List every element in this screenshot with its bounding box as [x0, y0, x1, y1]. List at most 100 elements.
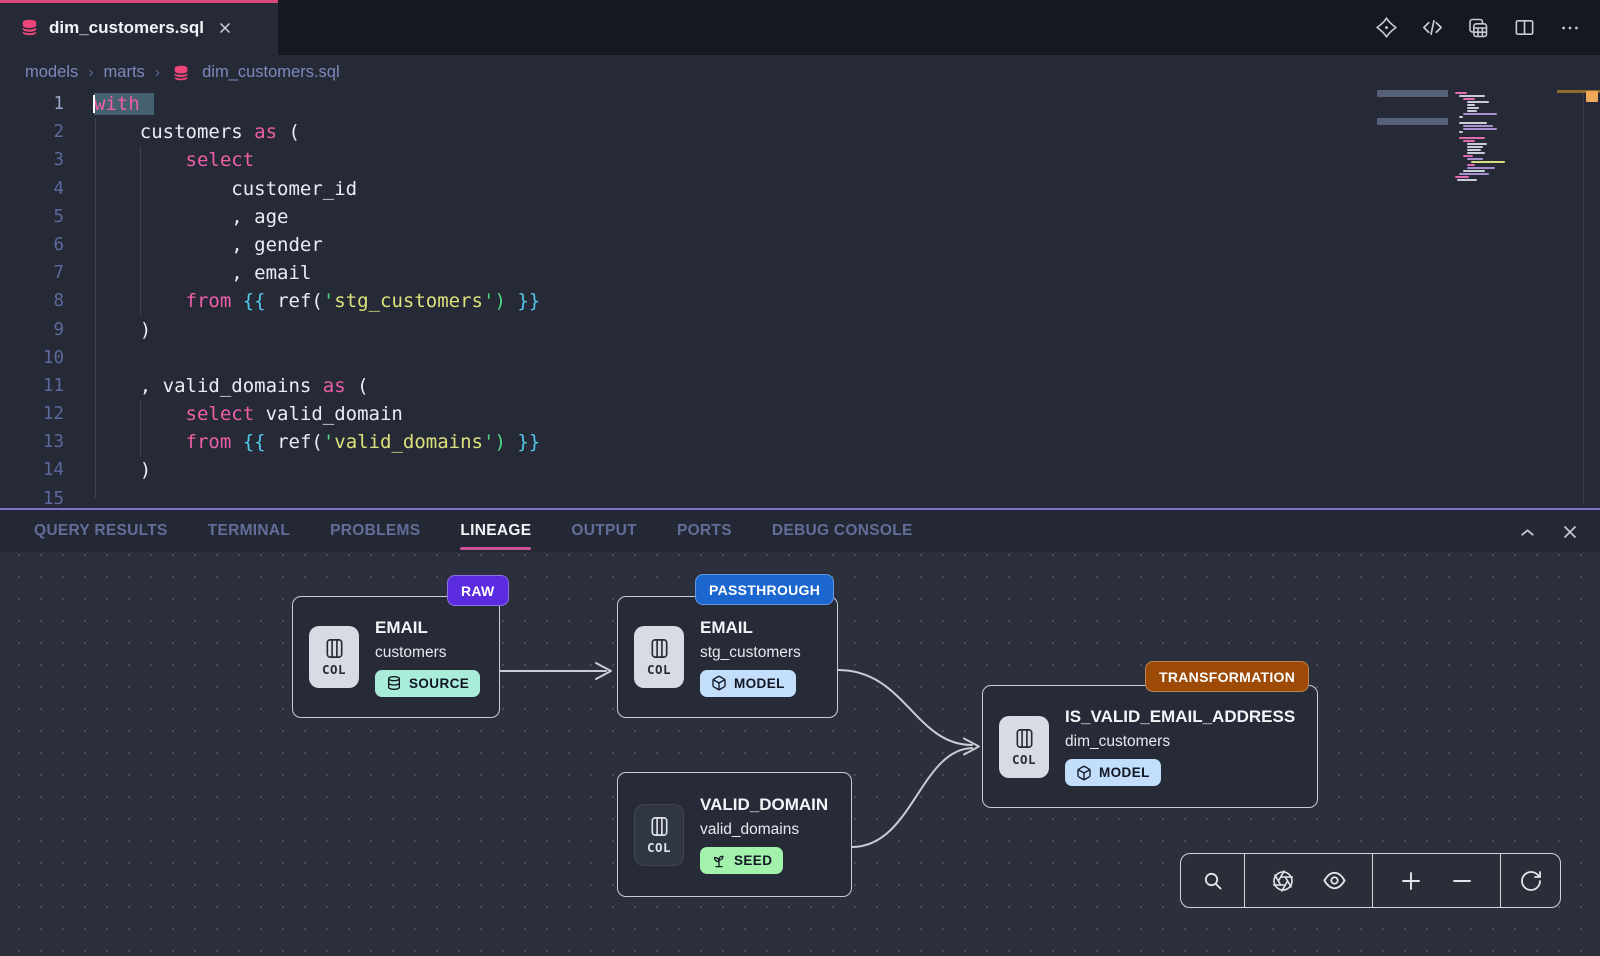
zoom-out-icon[interactable]: [1449, 868, 1475, 894]
tab-lineage[interactable]: LINEAGE: [460, 522, 531, 540]
close-panel-icon[interactable]: [1560, 522, 1580, 542]
column-name: EMAIL: [700, 618, 801, 638]
code-line[interactable]: customers as (: [94, 118, 540, 146]
model-name: customers: [375, 644, 480, 662]
edge-arrowhead: [964, 739, 979, 755]
chevron-right-icon: ›: [88, 64, 93, 82]
tab-ports[interactable]: PORTS: [677, 522, 732, 540]
lineage-badge-transformation: TRANSFORMATION: [1145, 661, 1309, 692]
code-line[interactable]: select valid_domain: [94, 400, 540, 428]
minimap-line: [1463, 140, 1475, 142]
aperture-icon[interactable]: [1270, 868, 1296, 894]
more-actions-icon[interactable]: [1558, 16, 1582, 40]
line-number: 15: [0, 485, 64, 508]
lineage-node-valid_domains[interactable]: COLVALID_DOMAINvalid_domainsSEED: [617, 772, 852, 897]
line-number: 1: [0, 90, 64, 118]
code-editor[interactable]: 123456789101112131415 with customers as …: [0, 90, 1600, 508]
minimap-line: [1459, 116, 1463, 118]
minimap-line: [1459, 173, 1489, 175]
minimap-highlight-mark: [1377, 118, 1448, 125]
type-badge-seed: SEED: [700, 847, 783, 874]
text-cursor: [93, 95, 95, 113]
database-icon: [20, 18, 39, 37]
model-name: valid_domains: [700, 821, 828, 839]
minimap-line: [1459, 122, 1487, 124]
collapse-panel-icon[interactable]: [1517, 522, 1538, 543]
indent-guide: [140, 146, 141, 315]
minimap-line: [1467, 110, 1477, 112]
indent-guide: [95, 118, 96, 498]
code-line[interactable]: ): [94, 316, 540, 344]
tab-problems[interactable]: PROBLEMS: [330, 522, 420, 540]
code-line[interactable]: , age: [94, 203, 540, 231]
minimap-line: [1467, 104, 1475, 106]
minimap-line: [1467, 152, 1485, 154]
lineage-canvas[interactable]: RAWCOLEMAILcustomersSOURCEPASSTHROUGHCOL…: [0, 552, 1600, 956]
code-line[interactable]: from {{ ref('valid_domains') }}: [94, 428, 540, 456]
line-number: 6: [0, 231, 64, 259]
model-name: stg_customers: [700, 644, 801, 662]
minimap[interactable]: [1455, 92, 1533, 182]
tab-bar: dim_customers.sql: [0, 0, 1600, 55]
column-icon-tile: COL: [309, 626, 359, 688]
minimap-line: [1467, 164, 1475, 166]
tab-output[interactable]: OUTPUT: [571, 522, 637, 540]
indent-guide: [140, 400, 141, 456]
code-line[interactable]: customer_id: [94, 175, 540, 203]
code-line[interactable]: , valid_domains as (: [94, 372, 540, 400]
breadcrumb-models[interactable]: models: [25, 63, 78, 82]
breadcrumb-file[interactable]: dim_customers.sql: [202, 63, 340, 82]
code-line[interactable]: ): [94, 456, 540, 484]
minimap-line: [1467, 149, 1481, 151]
zoom-in-icon[interactable]: [1398, 868, 1424, 894]
column-name: IS_VALID_EMAIL_ADDRESS: [1065, 707, 1295, 727]
column-icon-tile: COL: [999, 716, 1049, 778]
lineage-node-stg_customers[interactable]: COLEMAILstg_customersMODEL: [617, 596, 838, 718]
code-line[interactable]: [94, 344, 540, 372]
eye-icon[interactable]: [1321, 868, 1347, 894]
tab-terminal[interactable]: TERMINAL: [208, 522, 290, 540]
minimap-line: [1463, 155, 1473, 157]
search-icon[interactable]: [1200, 868, 1226, 894]
line-number: 13: [0, 428, 64, 456]
refresh-icon[interactable]: [1518, 868, 1544, 894]
tab-debug-console[interactable]: DEBUG CONSOLE: [772, 522, 913, 540]
lineage-node-customers[interactable]: COLEMAILcustomersSOURCE: [292, 596, 500, 718]
minimap-highlight-mark: [1377, 90, 1448, 97]
lineage-node-dim_customers[interactable]: COLIS_VALID_EMAIL_ADDRESSdim_customersMO…: [982, 685, 1318, 808]
overview-ruler[interactable]: [1583, 90, 1584, 505]
breadcrumb-marts[interactable]: marts: [104, 63, 145, 82]
code-line[interactable]: with: [94, 90, 540, 118]
column-icon-tile: COL: [634, 804, 684, 866]
minimap-line: [1459, 137, 1485, 139]
dbt-logo-icon[interactable]: [1374, 16, 1398, 40]
line-number: 12: [0, 400, 64, 428]
editor-actions: [1374, 0, 1582, 55]
minimap-line: [1471, 161, 1505, 163]
database-icon: [172, 64, 190, 82]
editor-tab-dim-customers[interactable]: dim_customers.sql: [0, 0, 278, 55]
code-line[interactable]: , email: [94, 259, 540, 287]
minimap-line: [1463, 113, 1497, 115]
minimap-line: [1467, 158, 1483, 160]
code-icon[interactable]: [1420, 16, 1444, 40]
text-selection: with: [94, 93, 154, 115]
chevron-right-icon: ›: [155, 64, 160, 82]
edge-valid-to-dim: [852, 748, 972, 847]
line-number: 3: [0, 146, 64, 174]
code-line[interactable]: from {{ ref('stg_customers') }}: [94, 287, 540, 315]
column-icon-tile: COL: [634, 626, 684, 688]
code-line[interactable]: select: [94, 146, 540, 174]
node-info: EMAILstg_customersMODEL: [700, 618, 801, 697]
code-line[interactable]: , gender: [94, 231, 540, 259]
tab-query-results[interactable]: QUERY RESULTS: [34, 522, 168, 540]
duplicate-table-icon[interactable]: [1466, 16, 1490, 40]
line-number: 14: [0, 456, 64, 484]
close-tab-icon[interactable]: [216, 19, 234, 37]
line-number: 10: [0, 344, 64, 372]
model-name: dim_customers: [1065, 733, 1295, 751]
split-editor-icon[interactable]: [1512, 16, 1536, 40]
node-info: IS_VALID_EMAIL_ADDRESSdim_customersMODEL: [1065, 707, 1295, 786]
code-line[interactable]: [94, 485, 540, 508]
code-area[interactable]: with customers as ( select customer_id ,…: [94, 90, 540, 508]
